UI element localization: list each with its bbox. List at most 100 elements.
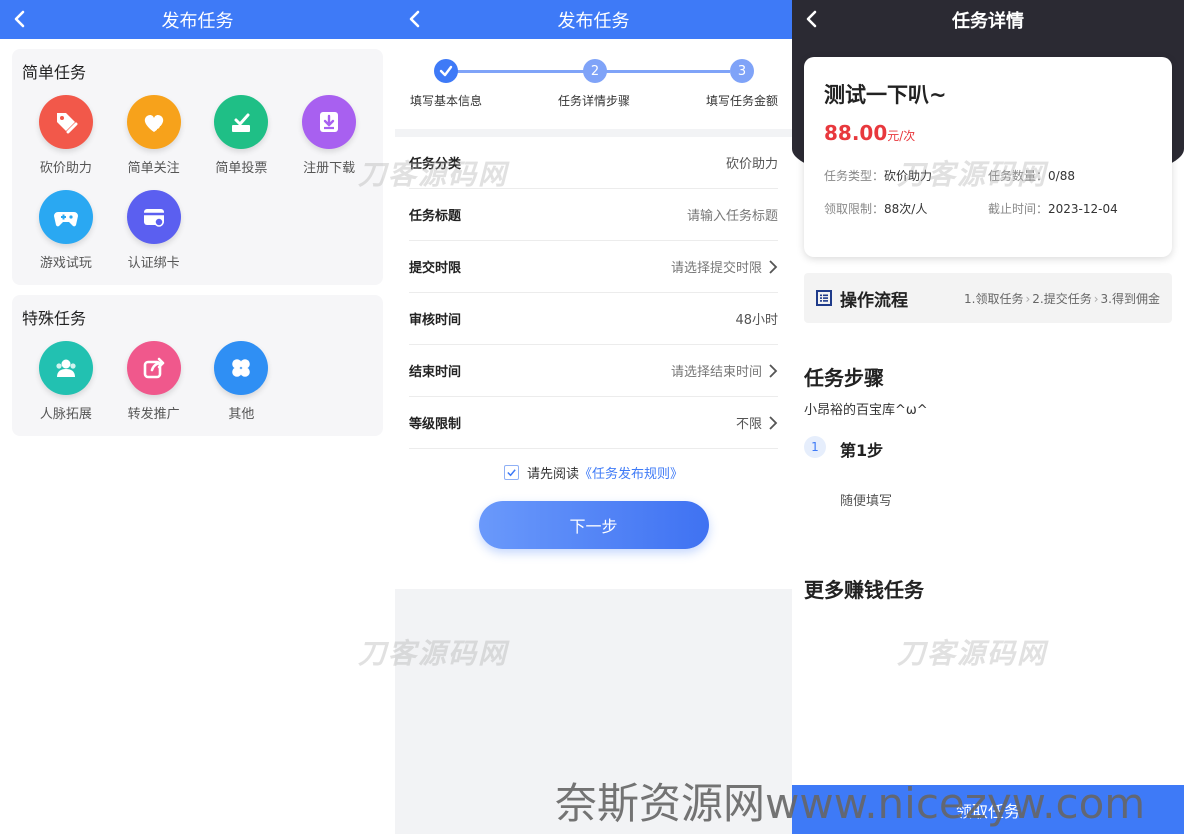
step-description: 随便填写 <box>840 494 893 509</box>
form-row[interactable]: 审核时间 48小时 <box>409 293 778 345</box>
check-icon <box>439 65 453 77</box>
progress-steps: 2 3 填写基本信息 任务详情步骤 填写任务金额 <box>395 39 792 129</box>
chevron-right-icon <box>769 259 778 274</box>
task-type-item[interactable]: 简单投票 <box>198 95 286 176</box>
section-title: 特殊任务 <box>22 309 87 328</box>
form-value-text: 请选择结束时间 <box>670 365 762 380</box>
form-value-text: 不限 <box>735 417 762 432</box>
people-icon <box>38 341 93 395</box>
form-value[interactable]: 48小时 <box>735 309 778 328</box>
task-type-label: 简单投票 <box>215 161 268 176</box>
step-number-badge: 1 <box>804 436 826 458</box>
form-label: 结束时间 <box>409 365 462 380</box>
meta-key: 任务类型： <box>824 169 885 183</box>
back-button[interactable] <box>800 6 824 32</box>
publish-task-screen: 发布任务 简单任务 砍价助力 简单关注 简单投票 注册下载 游戏试玩 认证绑卡 特殊任务 … <box>0 0 395 834</box>
flow-step: 1.领取任务 <box>964 291 1024 306</box>
meta-key: 截止时间： <box>988 202 1049 216</box>
step-2: 2 <box>583 59 607 83</box>
chevron-right-icon <box>769 415 778 430</box>
vote-box-icon <box>214 95 269 149</box>
publish-form-screen: 发布任务 2 3 填写基本信息 任务详情步骤 填写任务金额 任务分类 砍价助力 任务… <box>395 0 792 834</box>
task-type-item[interactable]: 认证绑卡 <box>110 190 198 271</box>
task-type-item[interactable]: 人脉拓展 <box>22 341 110 422</box>
navbar: 发布任务 <box>395 0 792 39</box>
back-button[interactable] <box>403 6 427 32</box>
section-title: 简单任务 <box>22 63 87 82</box>
watermark: 刀客源码网 <box>358 637 509 670</box>
chevron-right-icon <box>769 363 778 378</box>
flow-title: 操作流程 <box>840 290 908 311</box>
list-icon <box>816 290 832 306</box>
form-label: 提交时限 <box>409 261 462 276</box>
form-row[interactable]: 等级限制 不限 <box>409 397 778 449</box>
page-title: 发布任务 <box>557 10 630 32</box>
gamepad-icon <box>38 190 93 244</box>
chevron-left-icon <box>409 10 420 28</box>
task-detail-screen: 任务详情 测试一下叭~ 88.00元/次 任务类型：砍价助力 任务数量：0/88 领… <box>792 0 1184 834</box>
task-type-item[interactable]: 游戏试玩 <box>22 190 110 271</box>
footer-watermark: 奈斯资源网www.nicezyw.com <box>555 779 1146 828</box>
form-value-text: 48小时 <box>735 313 778 328</box>
navbar: 任务详情 <box>792 0 1184 39</box>
form-value[interactable]: 请输入任务标题 <box>687 205 778 224</box>
task-type-label: 简单关注 <box>127 161 180 176</box>
heart-plus-icon <box>126 95 181 149</box>
task-type-item[interactable]: 简单关注 <box>110 95 198 176</box>
back-button[interactable] <box>8 6 32 32</box>
step-label: 任务详情步骤 <box>558 94 631 108</box>
flow-steps: 1.领取任务 › 2.提交任务 › 3.得到佣金 <box>964 290 1160 307</box>
step-title: 第1步 <box>840 441 884 460</box>
form-value-text: 砍价助力 <box>725 157 778 172</box>
task-type-label: 人脉拓展 <box>39 407 92 422</box>
form-row[interactable]: 结束时间 请选择结束时间 <box>409 345 778 397</box>
step-1-done <box>434 59 458 83</box>
agreement-row: 请先阅读 《任务发布规则》 <box>395 449 792 495</box>
meta-value: 88次/人 <box>884 202 928 216</box>
meta-item: 领取限制：88次/人 <box>824 200 988 217</box>
watermark: 刀客源码网 <box>897 637 1048 670</box>
form-row[interactable]: 提交时限 请选择提交时限 <box>409 241 778 293</box>
button-area: 下一步 <box>395 495 792 589</box>
steps-section-title: 任务步骤 <box>804 366 884 390</box>
step-label: 填写任务金额 <box>706 94 779 108</box>
more-tasks-title: 更多赚钱任务 <box>804 578 924 602</box>
form-value[interactable]: 砍价助力 <box>726 153 778 172</box>
clover-icon <box>214 341 269 395</box>
tag-off-icon <box>38 95 93 149</box>
meta-value: 2023-12-04 <box>1048 202 1118 216</box>
page-title: 任务详情 <box>952 10 1024 32</box>
operation-flow: 操作流程 1.领取任务 › 2.提交任务 › 3.得到佣金 <box>804 273 1172 323</box>
simple-task-card: 简单任务 砍价助力 简单关注 简单投票 注册下载 游戏试玩 认证绑卡 <box>12 49 383 285</box>
task-title: 测试一下叭~ <box>824 83 947 107</box>
form-row[interactable]: 任务标题 请输入任务标题 <box>409 189 778 241</box>
task-type-item[interactable]: 其他 <box>198 341 286 422</box>
check-icon <box>507 468 516 476</box>
agree-checkbox[interactable] <box>503 464 519 480</box>
step-3: 3 <box>730 59 754 83</box>
agree-text: 请先阅读 <box>526 466 579 482</box>
next-step-button[interactable]: 下一步 <box>478 501 709 549</box>
task-type-label: 砍价助力 <box>39 161 92 176</box>
price-unit: 元/次 <box>887 129 916 143</box>
form-value[interactable]: 请选择结束时间 <box>671 361 778 380</box>
card-link-icon <box>126 190 181 244</box>
task-type-label: 认证绑卡 <box>127 256 180 271</box>
form-label: 等级限制 <box>409 417 462 432</box>
download-icon <box>302 95 357 149</box>
step-connector <box>446 70 584 73</box>
watermark: 刀客源码网 <box>358 158 509 191</box>
rules-link[interactable]: 《任务发布规则》 <box>579 463 683 482</box>
step-connector <box>606 70 730 73</box>
task-type-item[interactable]: 转发推广 <box>110 341 198 422</box>
chevron-left-icon <box>14 10 25 28</box>
meta-key: 领取限制： <box>824 202 885 216</box>
chevron-left-icon <box>806 10 817 28</box>
special-task-card: 特殊任务 人脉拓展 转发推广 其他 <box>12 295 383 436</box>
step-label: 填写基本信息 <box>410 94 483 108</box>
form-value[interactable]: 请选择提交时限 <box>671 257 778 276</box>
task-type-item[interactable]: 砍价助力 <box>22 95 110 176</box>
share-icon <box>126 341 181 395</box>
form-value[interactable]: 不限 <box>736 413 778 432</box>
steps-description: 小昂裕的百宝库^ω^ <box>804 403 928 418</box>
